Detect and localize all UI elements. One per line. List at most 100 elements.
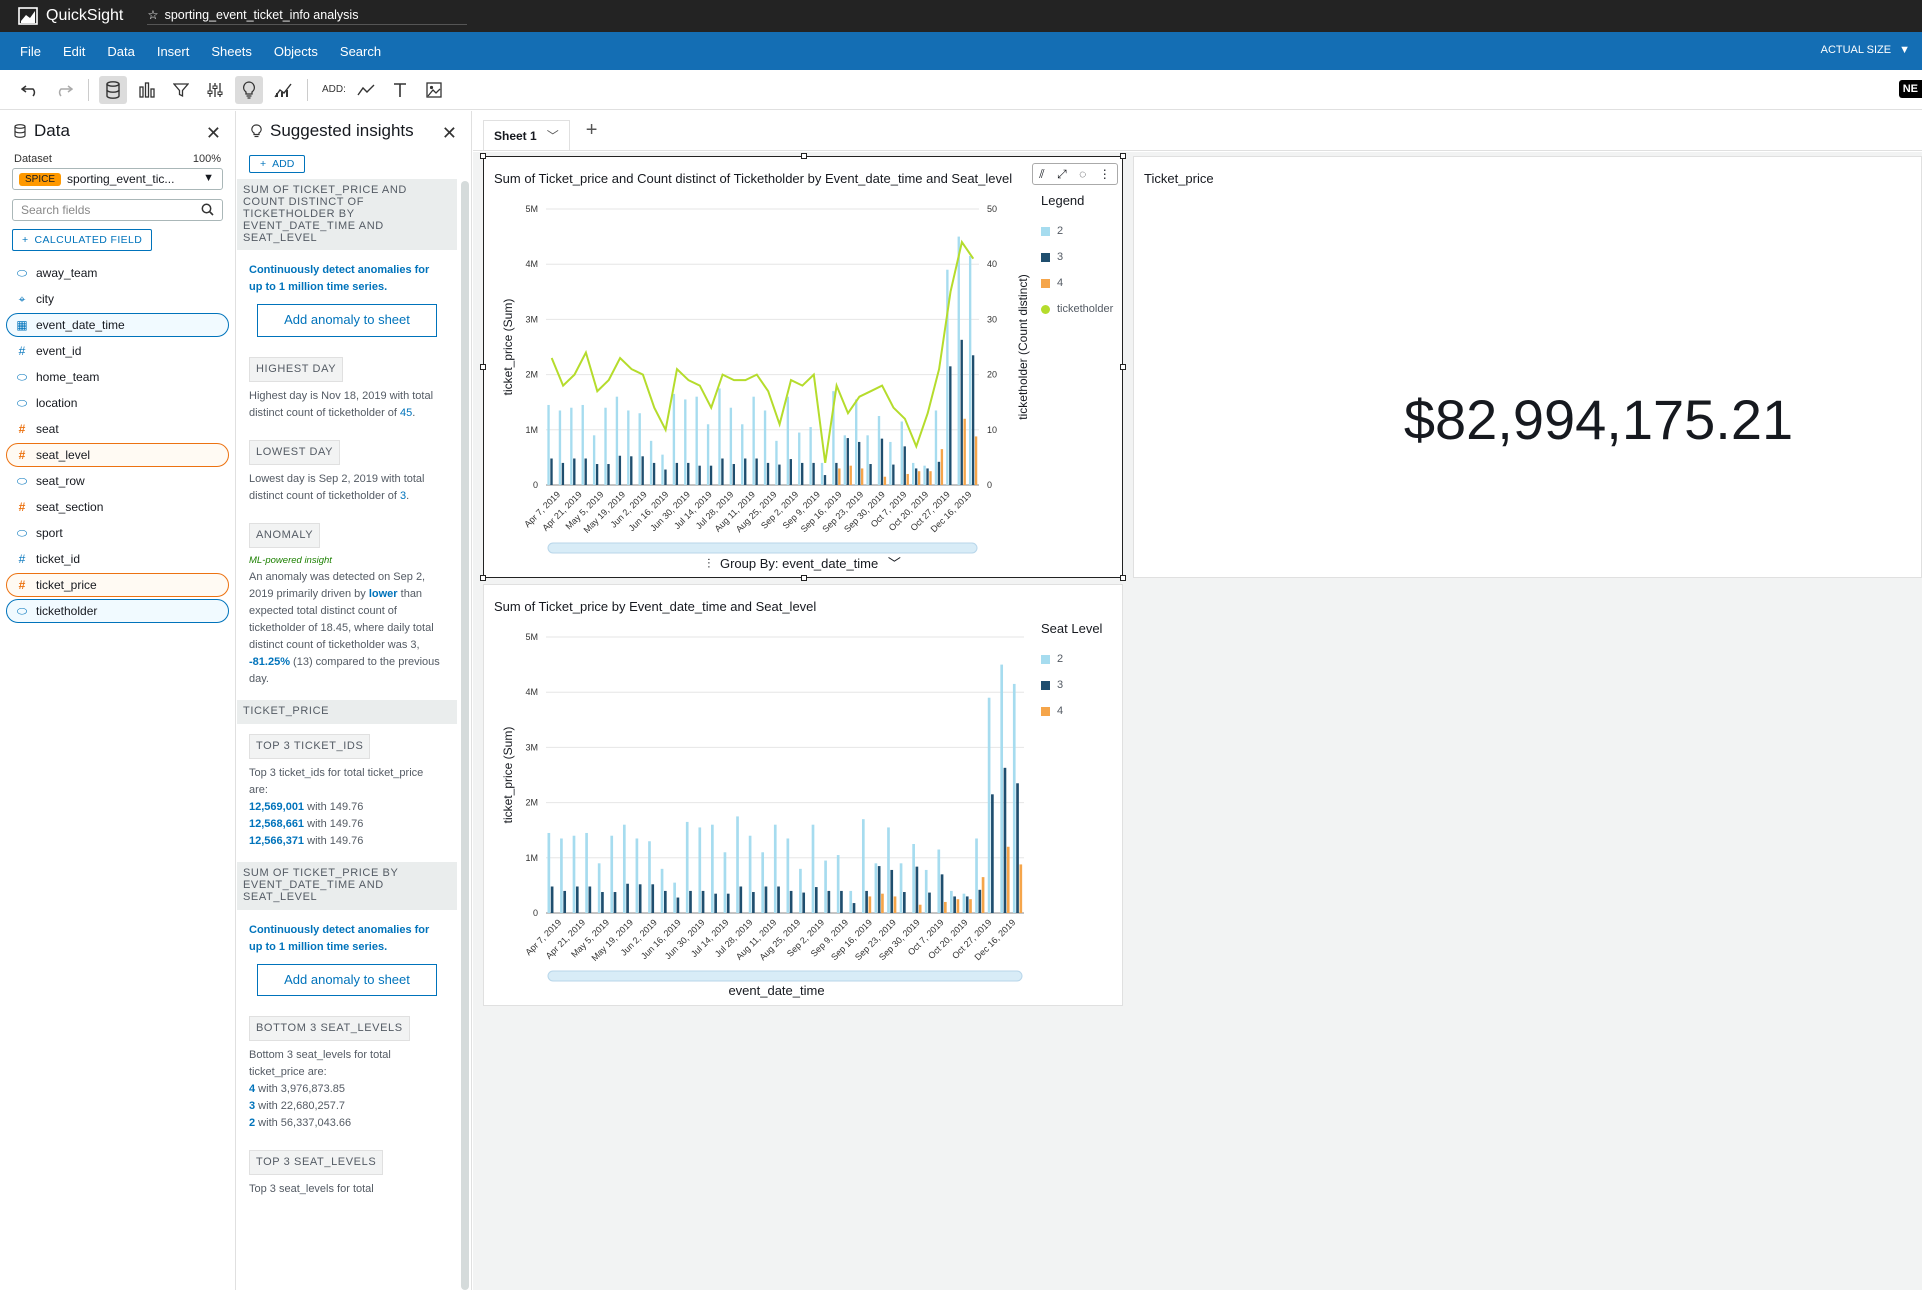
menu-search[interactable]: Search <box>329 44 392 59</box>
menu-file[interactable]: File <box>0 44 52 59</box>
add-anomaly-button[interactable]: Add anomaly to sheet <box>257 304 437 337</box>
field-item-event-id[interactable]: # event_id <box>6 339 229 363</box>
sheet-tab-label: Sheet 1 <box>494 128 537 143</box>
bar <box>802 892 806 913</box>
actual-size-label: ACTUAL SIZE <box>1820 44 1892 56</box>
visual-kpi[interactable]: Ticket_price $82,994,175.21 <box>1133 156 1922 578</box>
field-item-seat-row[interactable]: ⬭ seat_row <box>6 469 229 493</box>
menu-sheets[interactable]: Sheets <box>200 44 262 59</box>
visual-bar-chart[interactable]: Sum of Ticket_price by Event_date_time a… <box>483 584 1123 1006</box>
parameters-icon[interactable] <box>201 76 229 104</box>
insight-value-text: with 22,680,257.7 <box>255 1100 346 1113</box>
field-item-away-team[interactable]: ⬭ away_team <box>6 261 229 285</box>
redo-icon[interactable] <box>50 76 78 104</box>
ml-insights-icon[interactable] <box>269 76 297 104</box>
bar <box>1006 846 1010 913</box>
bar <box>718 388 721 485</box>
close-icon[interactable]: ✕ <box>442 123 457 144</box>
visualize-icon[interactable] <box>133 76 161 104</box>
add-anomaly-button[interactable]: Add anomaly to sheet <box>257 963 437 996</box>
menu-edit[interactable]: Edit <box>52 44 96 59</box>
toolbar-divider <box>88 78 89 101</box>
insights-lightbulb-icon[interactable] <box>235 75 263 104</box>
dataset-name: sporting_event_tic... <box>67 172 175 186</box>
add-sheet-icon[interactable]: + <box>586 119 598 142</box>
data-pane-header: Data ✕ <box>0 111 235 151</box>
resize-handle[interactable] <box>801 575 807 581</box>
star-icon[interactable]: ☆ <box>147 7 158 22</box>
y-axis-title: ticket_price (Sum) <box>501 727 515 824</box>
resize-handle[interactable] <box>801 153 807 159</box>
lowest-value-link[interactable]: 3 <box>400 490 406 502</box>
undo-icon[interactable] <box>16 76 44 104</box>
field-item-sport[interactable]: ⬭ sport <box>6 521 229 545</box>
highest-value-link[interactable]: 45 <box>400 407 412 419</box>
bar <box>660 868 664 913</box>
field-item-seat-section[interactable]: # seat_section <box>6 495 229 519</box>
bar <box>723 852 727 913</box>
bar <box>766 462 770 485</box>
tab-sheet-1[interactable]: Sheet 1 ﹀ <box>483 120 570 150</box>
menu-insert[interactable]: Insert <box>146 44 201 59</box>
anomaly-pct-link[interactable]: -81.25% <box>249 656 290 668</box>
bar <box>778 464 781 485</box>
insight-value-link[interactable]: 12,566,371 <box>249 835 304 847</box>
resize-handle[interactable] <box>1120 153 1126 159</box>
actual-size-dropdown[interactable]: ACTUAL SIZE ▼ <box>1821 44 1910 56</box>
resize-handle[interactable] <box>1120 364 1126 370</box>
legend-item-3[interactable]: 3 <box>1041 672 1102 698</box>
analysis-title[interactable]: ☆ sporting_event_ticket_info analysis <box>147 7 468 25</box>
add-visual-icon[interactable] <box>352 76 380 104</box>
menu-data[interactable]: Data <box>96 44 145 59</box>
field-item-home-team[interactable]: ⬭ home_team <box>6 365 229 389</box>
x-range-scrollbar <box>547 970 1023 982</box>
field-item-seat-level[interactable]: # seat_level <box>6 443 229 467</box>
bar <box>835 462 838 485</box>
resize-handle[interactable] <box>480 575 486 581</box>
field-item-ticket-price[interactable]: # ticket_price <box>6 573 229 597</box>
close-icon[interactable]: ✕ <box>206 123 221 144</box>
bar <box>899 863 903 913</box>
insight-value-link[interactable]: 12,568,661 <box>249 818 304 830</box>
bar <box>974 436 978 485</box>
menu-objects[interactable]: Objects <box>263 44 329 59</box>
group-by-control[interactable]: ⫶ Group By: event_date_time ﹀ <box>484 553 1124 572</box>
insights-scrollbar[interactable] <box>461 181 469 1290</box>
insight-value-text: with 56,337,043.66 <box>255 1117 352 1130</box>
legend-item-4[interactable]: 4 <box>1041 270 1113 296</box>
field-item-location[interactable]: ⬭ location <box>6 391 229 415</box>
new-badge[interactable]: NE <box>1898 80 1922 98</box>
bar <box>775 440 778 485</box>
brand[interactable]: QuickSight <box>0 7 123 25</box>
dataset-select[interactable]: SPICE sporting_event_tic... ▼ <box>12 168 223 190</box>
field-item-ticket-id[interactable]: # ticket_id <box>6 547 229 571</box>
field-item-city[interactable]: ⌖ city <box>6 287 229 311</box>
field-item-ticketholder[interactable]: ⬭ ticketholder <box>6 599 229 623</box>
resize-handle[interactable] <box>480 364 486 370</box>
search-fields-input[interactable]: Search fields <box>12 199 223 221</box>
field-item-seat[interactable]: # seat <box>6 417 229 441</box>
bar <box>570 407 573 485</box>
dataset-icon[interactable] <box>99 75 127 104</box>
field-item-event-date-time[interactable]: ▦ event_date_time <box>6 313 229 337</box>
add-insight-button[interactable]: + ADD <box>249 155 306 173</box>
anomaly-lower-link[interactable]: lower <box>369 588 398 600</box>
legend-item-3[interactable]: 3 <box>1041 244 1113 270</box>
visual-combo-chart[interactable]: Sum of Ticket_price and Count distinct o… <box>480 153 1126 581</box>
legend-item-2[interactable]: 2 <box>1041 218 1113 244</box>
group-by-label: Group By: event_date_time <box>719 556 879 571</box>
legend-item-4[interactable]: 4 <box>1041 698 1102 724</box>
filter-icon[interactable] <box>167 76 195 104</box>
y2-tick-label: 40 <box>987 259 997 269</box>
resize-handle[interactable] <box>480 153 486 159</box>
add-image-icon[interactable] <box>420 76 448 104</box>
add-text-icon[interactable] <box>386 76 414 104</box>
legend-item-ticketholder[interactable]: ticketholder <box>1041 296 1113 322</box>
caret-down-icon: ▼ <box>203 172 214 184</box>
field-label: ticket_id <box>36 552 81 566</box>
add-calculated-field-button[interactable]: + CALCULATED FIELD <box>12 229 153 251</box>
chevron-down-icon[interactable]: ﹀ <box>547 127 559 144</box>
insight-value-link[interactable]: 12,569,001 <box>249 801 304 813</box>
legend-item-2[interactable]: 2 <box>1041 646 1102 672</box>
resize-handle[interactable] <box>1120 575 1126 581</box>
